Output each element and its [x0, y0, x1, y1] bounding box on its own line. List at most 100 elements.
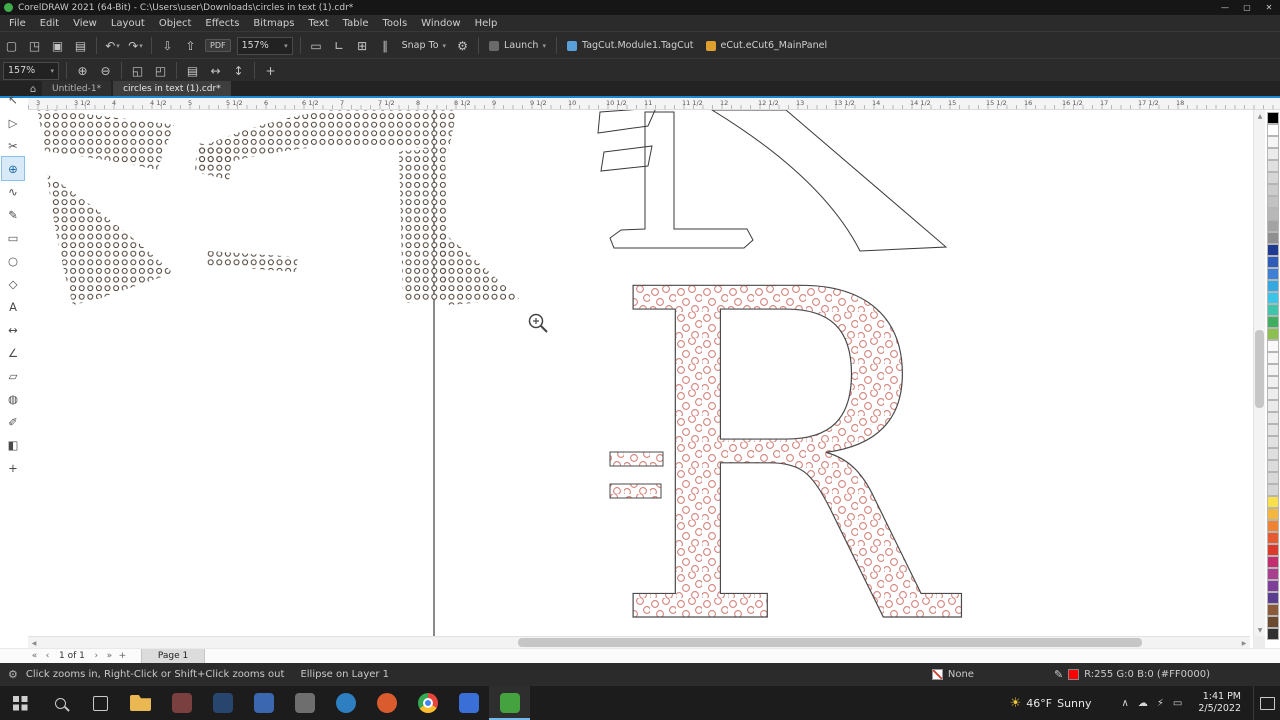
menu-window[interactable]: Window [414, 18, 467, 29]
options-button[interactable]: ⚙ [451, 35, 474, 56]
color-swatch[interactable] [1267, 124, 1279, 136]
zoom-to-selection-button[interactable]: ◱ [126, 60, 149, 81]
drop-shadow-tool[interactable]: ▱ [2, 364, 24, 387]
color-swatch[interactable] [1267, 472, 1279, 484]
color-swatch[interactable] [1267, 232, 1279, 244]
taskbar-app-icon-2[interactable] [161, 686, 202, 720]
color-swatch[interactable] [1267, 352, 1279, 364]
letter-r-circles[interactable]: R [607, 195, 964, 648]
add-page-button[interactable]: + [116, 650, 129, 663]
task-view-button[interactable] [80, 686, 120, 720]
color-swatch[interactable] [1267, 424, 1279, 436]
ecut-panel-button[interactable]: eCut.eCut6_MainPanel [700, 40, 834, 51]
new-document-button[interactable]: ▢ [0, 35, 23, 56]
zoom-tool[interactable]: ⊕ [1, 156, 25, 181]
dotted-shape-accent[interactable] [195, 143, 233, 180]
polygon-tool[interactable]: ◇ [2, 272, 24, 295]
color-swatch[interactable] [1267, 580, 1279, 592]
color-swatch[interactable] [1267, 316, 1279, 328]
show-rulers-button[interactable]: ∟ [328, 35, 351, 56]
menu-object[interactable]: Object [152, 18, 199, 29]
color-swatch[interactable] [1267, 484, 1279, 496]
document-tab[interactable]: Untitled-1* [42, 81, 112, 96]
tray-battery-icon[interactable]: ▭ [1173, 698, 1182, 709]
show-guidelines-button[interactable]: ∥ [374, 35, 397, 56]
taskbar-app-icon-7[interactable] [366, 686, 407, 720]
color-swatch[interactable] [1267, 628, 1279, 640]
zoom-to-page-height-button[interactable]: ↕ [227, 60, 250, 81]
import-button[interactable]: ⇩ [156, 35, 179, 56]
tagcut-macro-button[interactable]: TagCut.Module1.TagCut [561, 40, 700, 51]
color-swatch[interactable] [1267, 532, 1279, 544]
rectangle-tool[interactable]: ▭ [2, 226, 24, 249]
taskbar-app-icon-9[interactable] [448, 686, 489, 720]
color-swatch[interactable] [1267, 112, 1279, 124]
text-tool[interactable]: A [2, 295, 24, 318]
full-screen-preview-button[interactable]: ▭ [305, 35, 328, 56]
dotted-shape-flag-top[interactable] [37, 110, 174, 170]
taskbar-file-explorer[interactable] [120, 686, 161, 720]
first-page-button[interactable]: « [28, 650, 41, 663]
tray-power-icon[interactable]: ⚡ [1157, 698, 1164, 709]
welcome-home-icon[interactable]: ⌂ [24, 82, 42, 96]
color-swatch[interactable] [1267, 256, 1279, 268]
taskbar-app-icon-4[interactable] [243, 686, 284, 720]
taskbar-chrome[interactable] [407, 686, 448, 720]
color-swatch[interactable] [1267, 280, 1279, 292]
redo-button[interactable]: ↷ ▾ [124, 35, 147, 56]
print-button[interactable]: ▤ [69, 35, 92, 56]
menu-file[interactable]: File [2, 18, 33, 29]
minimize-button[interactable]: — [1214, 0, 1236, 15]
color-swatch[interactable] [1267, 412, 1279, 424]
customize-toolbar-button[interactable]: + [259, 60, 282, 81]
export-button[interactable]: ⇧ [179, 35, 202, 56]
color-swatch[interactable] [1267, 460, 1279, 472]
last-page-button[interactable]: » [103, 650, 116, 663]
color-eyedropper-tool[interactable]: ✐ [2, 410, 24, 433]
color-swatch[interactable] [1267, 148, 1279, 160]
more-tools-button[interactable]: + [2, 456, 24, 479]
ellipse-tool[interactable]: ○ [2, 249, 24, 272]
taskbar-clock[interactable]: 1:41 PM 2/5/2022 [1198, 691, 1241, 715]
zoom-in-button[interactable]: ⊕ [71, 60, 94, 81]
menu-help[interactable]: Help [468, 18, 505, 29]
dotted-shape-flag-bottom[interactable] [47, 174, 173, 305]
color-swatch[interactable] [1267, 604, 1279, 616]
launch-button[interactable]: Launch ▾ [483, 40, 552, 51]
color-swatch[interactable] [1267, 244, 1279, 256]
transparency-tool[interactable]: ◍ [2, 387, 24, 410]
horizontal-scrollbar[interactable]: ◀ ▶ [28, 636, 1250, 648]
color-swatch[interactable] [1267, 268, 1279, 280]
menu-view[interactable]: View [66, 18, 104, 29]
menu-layout[interactable]: Layout [104, 18, 152, 29]
open-button[interactable]: ◳ [23, 35, 46, 56]
status-gear-icon[interactable]: ⚙ [8, 668, 18, 681]
shape-tool[interactable]: ▷ [2, 111, 24, 134]
color-swatch[interactable] [1267, 436, 1279, 448]
tray-cloud-icon[interactable]: ☁ [1138, 698, 1148, 709]
dotted-shapes-group[interactable] [37, 110, 519, 305]
menu-edit[interactable]: Edit [33, 18, 66, 29]
color-swatch[interactable] [1267, 364, 1279, 376]
color-swatch[interactable] [1267, 292, 1279, 304]
color-swatch[interactable] [1267, 592, 1279, 604]
color-swatch[interactable] [1267, 568, 1279, 580]
show-grid-button[interactable]: ⊞ [351, 35, 374, 56]
prev-page-button[interactable]: ‹ [41, 650, 54, 663]
dotted-shape-small-band[interactable] [206, 251, 298, 272]
color-swatch[interactable] [1267, 340, 1279, 352]
connector-tool[interactable]: ∠ [2, 341, 24, 364]
taskbar-search-button[interactable] [40, 686, 80, 720]
taskbar-weather[interactable]: ☀ 46°F Sunny [1010, 696, 1092, 711]
save-button[interactable]: ▣ [46, 35, 69, 56]
interactive-fill-tool[interactable]: ◧ [2, 433, 24, 456]
color-swatch[interactable] [1267, 400, 1279, 412]
color-swatch[interactable] [1267, 520, 1279, 532]
zoom-levels-combo[interactable]: 157% ▾ [3, 61, 59, 80]
next-page-button[interactable]: › [90, 650, 103, 663]
color-swatch[interactable] [1267, 388, 1279, 400]
tray-expand-icon[interactable]: ∧ [1122, 698, 1129, 709]
snap-to-dropdown[interactable]: Snap To ▾ [397, 40, 451, 51]
drawing-canvas[interactable]: R [0, 110, 1280, 648]
color-swatch[interactable] [1267, 220, 1279, 232]
